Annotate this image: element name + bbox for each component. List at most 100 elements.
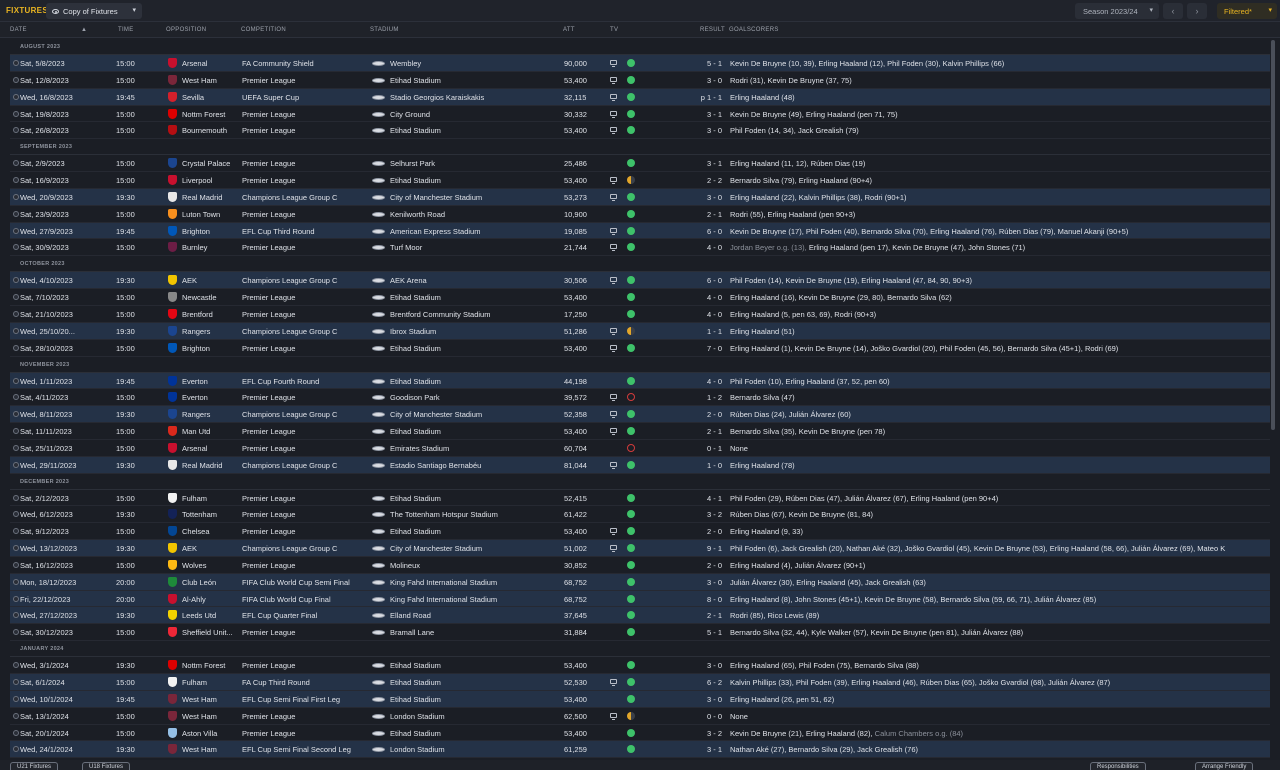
fixture-opposition[interactable]: Brighton [182,344,248,353]
fixture-opposition[interactable]: AEK [182,544,248,553]
fixture-result[interactable]: p 1 - 1 [670,93,722,102]
fixture-stadium[interactable]: Etihad Stadium [390,126,540,135]
fixture-result[interactable]: 6 - 0 [670,227,722,236]
fixture-opposition[interactable]: Tottenham [182,510,248,519]
fixture-stadium[interactable]: Etihad Stadium [390,661,540,670]
fixture-result[interactable]: 0 - 1 [670,444,722,453]
fixture-opposition[interactable]: Chelsea [182,527,248,536]
fixture-opposition[interactable]: Sevilla [182,93,248,102]
fixture-opposition[interactable]: Real Madrid [182,193,248,202]
fixture-stadium[interactable]: Etihad Stadium [390,76,540,85]
next-season-button[interactable]: › [1187,3,1207,19]
fixture-competition[interactable]: Premier League [242,210,364,219]
view-select[interactable]: Copy of Fixtures ▾ [46,3,142,19]
fixture-result[interactable]: 1 - 0 [670,461,722,470]
select-checkbox[interactable] [13,160,19,167]
fixture-competition[interactable]: EFL Cup Fourth Round [242,377,364,386]
fixture-result[interactable]: 3 - 0 [670,126,722,135]
select-checkbox[interactable] [13,612,19,619]
fixture-competition[interactable]: Premier League [242,712,364,721]
fixture-row[interactable]: Sat, 30/12/2023 15:00 Sheffield Unit... Pre… [10,624,1270,642]
fixture-opposition[interactable]: Al-Ahly [182,595,248,604]
fixture-stadium[interactable]: Kenilworth Road [390,210,540,219]
season-select[interactable]: Season 2023/24 ▾ [1075,3,1159,19]
fixture-stadium[interactable]: Stadio Georgios Karaiskakis [390,93,540,102]
fixture-result[interactable]: 6 - 0 [670,276,722,285]
select-checkbox[interactable] [13,629,19,636]
select-checkbox[interactable] [13,578,19,585]
select-checkbox[interactable] [13,60,19,66]
fixture-result[interactable]: 9 - 1 [670,544,722,553]
fixture-row[interactable]: Sat, 26/8/2023 15:00 Bournemouth Premier Le… [10,122,1270,140]
fixture-row[interactable]: Sat, 19/8/2023 15:00 Nottm Forest Premier L… [10,106,1270,123]
fixture-result[interactable]: 2 - 1 [670,210,722,219]
fixture-result[interactable]: 6 - 2 [670,678,722,687]
select-checkbox[interactable] [13,545,19,552]
select-checkbox[interactable] [13,511,19,518]
fixture-opposition[interactable]: West Ham [182,76,248,85]
fixture-row[interactable]: Sat, 30/9/2023 15:00 Burnley Premier League… [10,239,1270,257]
select-checkbox[interactable] [13,662,19,669]
fixture-row[interactable]: Wed, 3/1/2024 19:30 Nottm Forest Premier Le… [10,657,1270,674]
fixture-opposition[interactable]: Man Utd [182,427,248,436]
fixture-stadium[interactable]: City Ground [390,110,540,119]
fixture-opposition[interactable]: West Ham [182,745,248,754]
fixture-result[interactable]: 3 - 1 [670,745,722,754]
fixture-result[interactable]: 2 - 0 [670,561,722,570]
col-competition[interactable]: COMPETITION [241,27,286,33]
fixture-row[interactable]: Sat, 28/10/2023 15:00 Brighton Premier Leag… [10,340,1270,357]
fixture-stadium[interactable]: Wembley [390,59,540,68]
fixture-competition[interactable]: Premier League [242,76,364,85]
select-checkbox[interactable] [13,177,19,184]
col-opposition[interactable]: OPPOSITION [166,27,206,33]
select-checkbox[interactable] [13,294,19,301]
fixture-opposition[interactable]: Brighton [182,227,248,236]
fixture-competition[interactable]: Premier League [242,393,364,402]
fixture-competition[interactable]: Premier League [242,427,364,436]
fixture-opposition[interactable]: Arsenal [182,59,248,68]
fixture-result[interactable]: 2 - 1 [670,427,722,436]
fixture-stadium[interactable]: Bramall Lane [390,628,540,637]
fixture-opposition[interactable]: Luton Town [182,210,248,219]
col-stadium[interactable]: STADIUM [370,27,399,33]
select-checkbox[interactable] [13,494,19,501]
fixture-result[interactable]: 7 - 0 [670,344,722,353]
select-checkbox[interactable] [13,695,19,702]
fixture-stadium[interactable]: City of Manchester Stadium [390,410,540,419]
fixture-opposition[interactable]: Fulham [182,678,248,687]
fixture-opposition[interactable]: Real Madrid [182,461,248,470]
select-checkbox[interactable] [13,377,19,384]
fixture-stadium[interactable]: King Fahd International Stadium [390,595,540,604]
fixture-row[interactable]: Wed, 8/11/2023 19:30 Rangers Champions Leag… [10,406,1270,424]
fixture-result[interactable]: 2 - 1 [670,611,722,620]
fixture-stadium[interactable]: Selhurst Park [390,159,540,168]
fixture-opposition[interactable]: Newcastle [182,293,248,302]
fixture-competition[interactable]: Premier League [242,176,364,185]
fixture-row[interactable]: Wed, 13/12/2023 19:30 AEK Champions League … [10,540,1270,557]
fixture-competition[interactable]: Premier League [242,661,364,670]
fixture-competition[interactable]: Premier League [242,243,364,252]
col-tv[interactable]: TV [610,27,618,33]
fixture-opposition[interactable]: AEK [182,276,248,285]
fixture-row[interactable]: Wed, 20/9/2023 19:30 Real Madrid Champions … [10,188,1270,206]
fixture-result[interactable]: 3 - 1 [670,110,722,119]
fixture-result[interactable]: 4 - 0 [670,243,722,252]
select-checkbox[interactable] [13,193,19,200]
fixture-competition[interactable]: Premier League [242,126,364,135]
fixture-stadium[interactable]: American Express Stadium [390,227,540,236]
fixture-opposition[interactable]: Club León [182,578,248,587]
select-checkbox[interactable] [13,444,19,451]
fixture-competition[interactable]: Champions League Group C [242,193,364,202]
select-checkbox[interactable] [13,310,19,317]
fixture-competition[interactable]: FIFA Club World Cup Semi Final [242,578,364,587]
fixture-opposition[interactable]: Everton [182,393,248,402]
filter-button[interactable]: Filtered* ▾ [1217,3,1277,19]
fixture-result[interactable]: 3 - 0 [670,193,722,202]
fixture-competition[interactable]: Premier League [242,159,364,168]
fixture-competition[interactable]: Premier League [242,293,364,302]
fixture-result[interactable]: 3 - 2 [670,510,722,519]
u18-fixtures-button[interactable]: U18 Fixtures [82,762,131,770]
fixture-result[interactable]: 3 - 2 [670,729,722,738]
fixture-result[interactable]: 2 - 0 [670,410,722,419]
fixture-competition[interactable]: EFL Cup Semi Final First Leg [242,695,364,704]
